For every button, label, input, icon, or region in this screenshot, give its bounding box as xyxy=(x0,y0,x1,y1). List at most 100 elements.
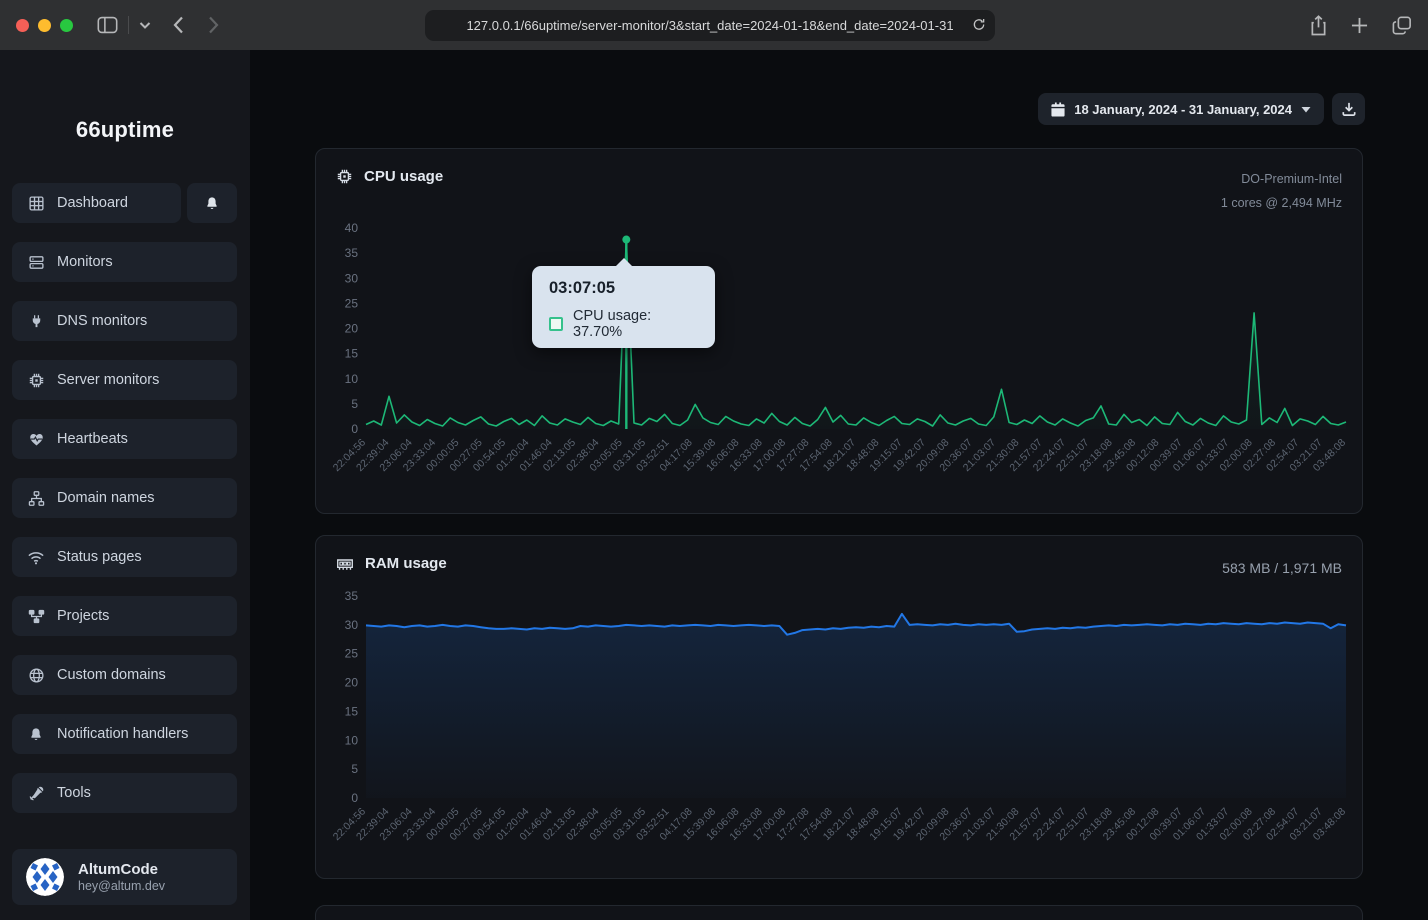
ram-chart[interactable]: 3530252015105022:04:5622:39:0423:06:0423… xyxy=(316,586,1364,878)
cpu-model: DO-Premium-Intel xyxy=(1221,168,1342,192)
sidebar-item-tools[interactable]: Tools xyxy=(12,773,237,813)
reload-icon[interactable] xyxy=(972,17,986,35)
chevron-down-icon[interactable] xyxy=(139,21,151,29)
sidebar-item-domain-names[interactable]: Domain names xyxy=(12,478,237,518)
y-axis-label: 0 xyxy=(351,422,358,436)
microchip-icon xyxy=(26,372,46,389)
sidebar-nav: Dashboard Monitors DNS monitors Server moni… xyxy=(12,183,237,813)
plug-icon xyxy=(26,313,46,330)
y-axis-label: 0 xyxy=(351,791,358,805)
user-name: AltumCode xyxy=(78,861,165,880)
memory-icon xyxy=(336,556,354,572)
cpu-usage-card: CPU usage DO-Premium-Intel 1 cores @ 2,4… xyxy=(315,148,1363,514)
sidebar-row-custom-domains: Custom domains xyxy=(12,655,237,695)
y-axis-label: 10 xyxy=(345,372,359,386)
y-axis-label: 10 xyxy=(345,733,359,747)
tooltip-value: CPU usage: 37.70% xyxy=(573,308,698,340)
sidebar-toggle-icon[interactable] xyxy=(97,16,118,34)
y-axis-label: 35 xyxy=(345,589,359,603)
export-button[interactable] xyxy=(1332,93,1365,125)
sidebar-item-label: Custom domains xyxy=(57,667,166,683)
user-email: hey@altum.dev xyxy=(78,879,165,893)
y-axis-label: 15 xyxy=(345,704,359,718)
sidebar-item-label: DNS monitors xyxy=(57,313,147,329)
download-icon xyxy=(1342,102,1356,116)
sidebar-item-label: Dashboard xyxy=(57,195,128,211)
sidebar-item-status-pages[interactable]: Status pages xyxy=(12,537,237,577)
sidebar-item-label: Projects xyxy=(57,608,109,624)
forward-button[interactable] xyxy=(208,16,219,34)
y-axis-label: 40 xyxy=(345,221,359,235)
sidebar-item-label: Tools xyxy=(57,785,91,801)
sidebar-row-tools: Tools xyxy=(12,773,237,813)
main-content: 18 January, 2024 - 31 January, 2024 CPU … xyxy=(250,50,1428,920)
sidebar-row-domain-names: Domain names xyxy=(12,478,237,518)
server-icon xyxy=(26,254,46,271)
sidebar-item-label: Notification handlers xyxy=(57,726,188,742)
y-axis-label: 30 xyxy=(345,271,359,285)
sidebar: 66uptime Dashboard Monitors DNS monitors Se… xyxy=(0,50,250,920)
sidebar-item-monitors[interactable]: Monitors xyxy=(12,242,237,282)
tools-icon xyxy=(26,785,46,802)
cpu-cores: 1 cores @ 2,494 MHz xyxy=(1221,192,1342,216)
sidebar-item-dns-monitors[interactable]: DNS monitors xyxy=(12,301,237,341)
calendar-icon xyxy=(1051,102,1065,117)
sidebar-row-status-pages: Status pages xyxy=(12,537,237,577)
date-range-label: 18 January, 2024 - 31 January, 2024 xyxy=(1074,102,1292,117)
avatar xyxy=(26,858,64,896)
sidebar-item-label: Server monitors xyxy=(57,372,159,388)
ram-usage-card: RAM usage 583 MB / 1,971 MB 353025201510… xyxy=(315,535,1363,879)
grid-icon xyxy=(26,195,46,212)
sidebar-row-notification-handlers: Notification handlers xyxy=(12,714,237,754)
sidebar-item-custom-domains[interactable]: Custom domains xyxy=(12,655,237,695)
tab-overview-icon[interactable] xyxy=(1392,16,1412,35)
date-range-picker[interactable]: 18 January, 2024 - 31 January, 2024 xyxy=(1038,93,1324,125)
cpu-card-title: CPU usage xyxy=(364,168,443,185)
y-axis-label: 20 xyxy=(345,322,359,336)
sidebar-item-projects[interactable]: Projects xyxy=(12,596,237,636)
y-axis-label: 35 xyxy=(345,246,359,260)
app-logo: 66uptime xyxy=(0,50,250,143)
sidebar-row-heartbeats: Heartbeats xyxy=(12,419,237,459)
dashboard-notifications-button[interactable] xyxy=(187,183,237,223)
sidebar-row-dns-monitors: DNS monitors xyxy=(12,301,237,341)
address-bar[interactable]: 127.0.0.1/66uptime/server-monitor/3&star… xyxy=(425,10,995,41)
traffic-lights xyxy=(16,19,73,32)
back-button[interactable] xyxy=(173,16,184,34)
minimize-window-button[interactable] xyxy=(38,19,51,32)
data-point-marker xyxy=(622,236,630,244)
user-card[interactable]: AltumCode hey@altum.dev xyxy=(12,849,237,905)
y-axis-label: 5 xyxy=(351,397,358,411)
sidebar-item-notification-handlers[interactable]: Notification handlers xyxy=(12,714,237,754)
close-window-button[interactable] xyxy=(16,19,29,32)
caret-down-icon xyxy=(1301,106,1311,113)
y-axis-label: 30 xyxy=(345,618,359,632)
heart-pulse-icon xyxy=(26,431,46,448)
new-tab-icon[interactable] xyxy=(1351,17,1368,34)
sidebar-item-label: Monitors xyxy=(57,254,113,270)
sidebar-item-heartbeats[interactable]: Heartbeats xyxy=(12,419,237,459)
sidebar-row-server-monitors: Server monitors xyxy=(12,360,237,400)
sidebar-item-label: Status pages xyxy=(57,549,142,565)
chart-tooltip: 03:07:05 CPU usage: 37.70% xyxy=(532,266,715,348)
tooltip-time: 03:07:05 xyxy=(549,279,698,298)
ram-usage-area xyxy=(366,614,1346,798)
y-axis-label: 15 xyxy=(345,347,359,361)
cpu-chart[interactable]: 403530252015105022:04:5622:39:0423:06:04… xyxy=(316,216,1364,514)
bell-icon xyxy=(26,726,46,743)
y-axis-label: 25 xyxy=(345,296,359,310)
globe-icon xyxy=(26,667,46,684)
share-icon[interactable] xyxy=(1310,15,1327,36)
sidebar-item-server-monitors[interactable]: Server monitors xyxy=(12,360,237,400)
sidebar-item-label: Heartbeats xyxy=(57,431,128,447)
bell-icon xyxy=(204,195,220,212)
sitemap-icon xyxy=(26,490,46,507)
microchip-icon xyxy=(336,168,353,185)
sidebar-item-dashboard[interactable]: Dashboard xyxy=(12,183,181,223)
wifi-icon xyxy=(26,550,46,565)
y-axis-label: 20 xyxy=(345,676,359,690)
y-axis-label: 5 xyxy=(351,762,358,776)
ram-card-title: RAM usage xyxy=(365,555,447,572)
cpu-usage-area xyxy=(366,240,1346,429)
maximize-window-button[interactable] xyxy=(60,19,73,32)
